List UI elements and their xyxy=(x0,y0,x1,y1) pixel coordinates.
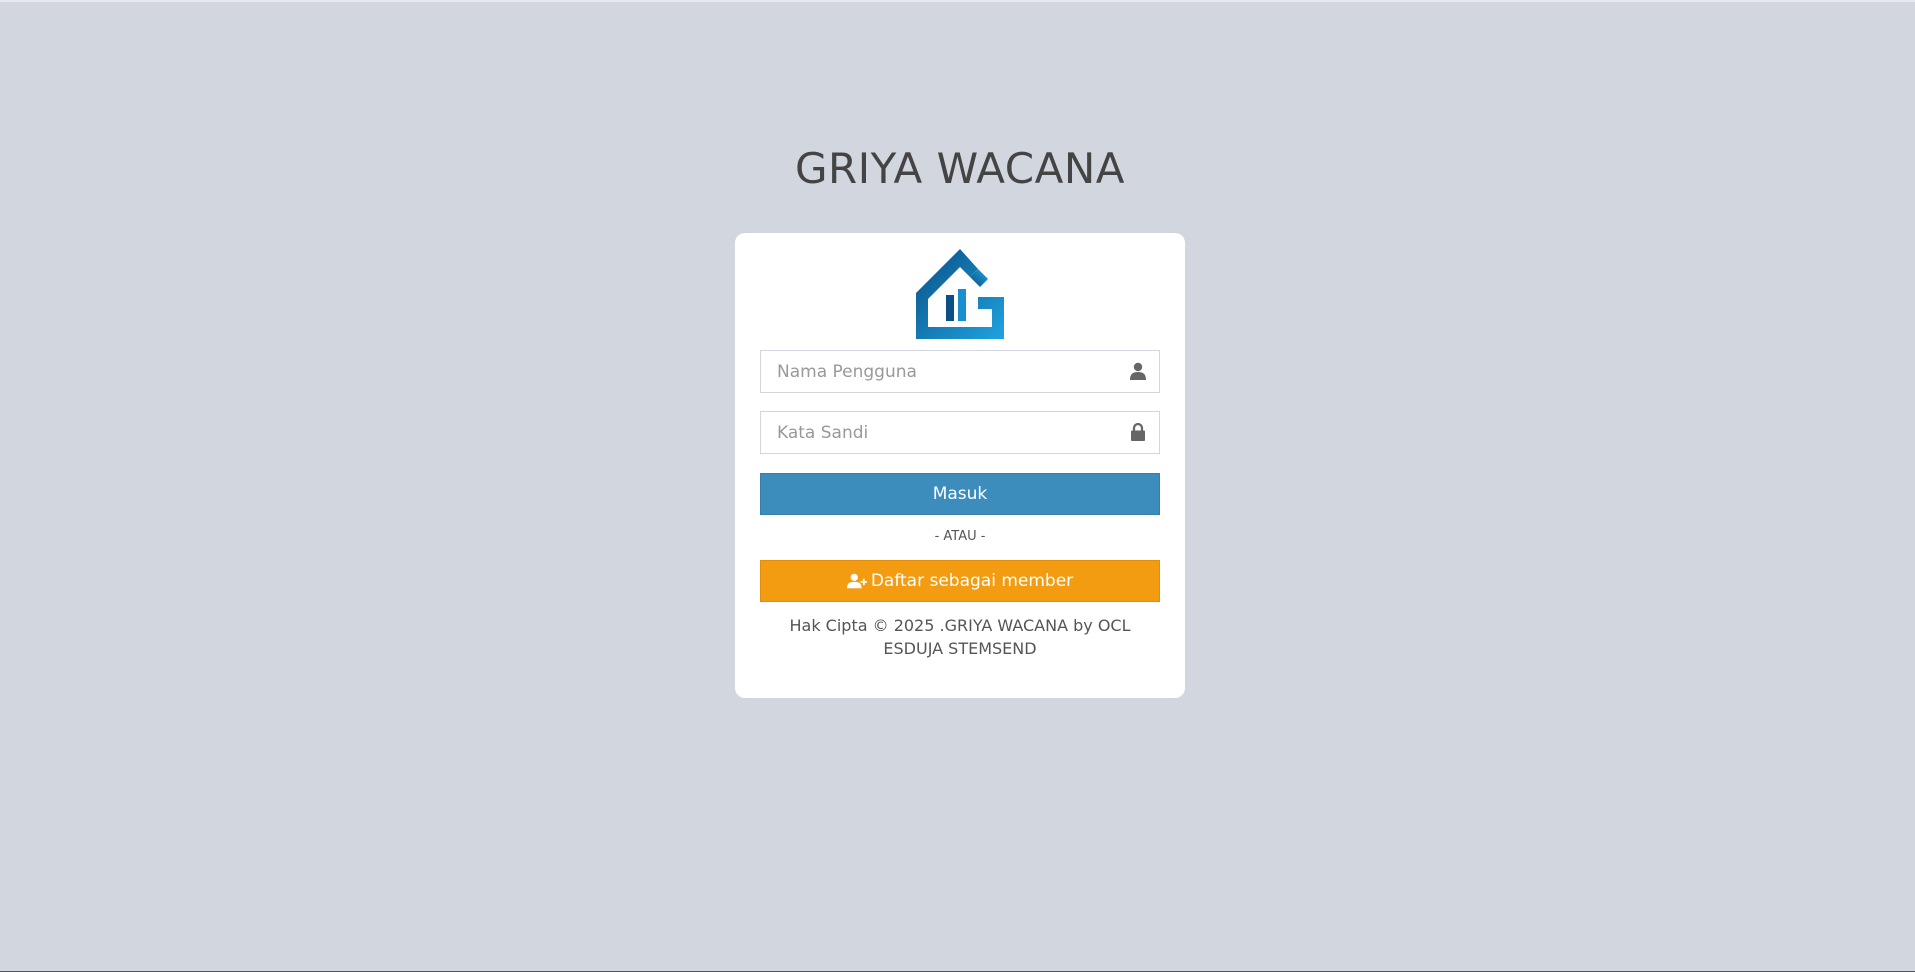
username-field xyxy=(760,350,1160,393)
register-button[interactable]: Daftar sebagai member xyxy=(760,560,1160,602)
login-card: Masuk - ATAU - Daftar sebagai member Hak… xyxy=(735,233,1185,698)
username-input[interactable] xyxy=(761,351,1159,392)
separator-text: - ATAU - xyxy=(934,529,986,544)
password-field xyxy=(760,411,1160,454)
site-title: GRIYA WACANA xyxy=(794,144,1126,193)
user-icon xyxy=(1130,362,1146,380)
user-plus-icon xyxy=(846,573,867,589)
house-logo-icon xyxy=(916,249,1004,339)
register-button-label: Daftar sebagai member xyxy=(870,571,1074,591)
lock-icon xyxy=(1131,422,1145,441)
login-box: GRIYA WACANA Nama Pengguna Masuk - ATAU … xyxy=(735,142,1185,698)
copyright-text: Hak Cipta © 2025 .GRIYA WACANA by OCL ES… xyxy=(789,616,1131,658)
password-input[interactable] xyxy=(761,412,1159,453)
login-button[interactable]: Masuk xyxy=(760,473,1160,515)
